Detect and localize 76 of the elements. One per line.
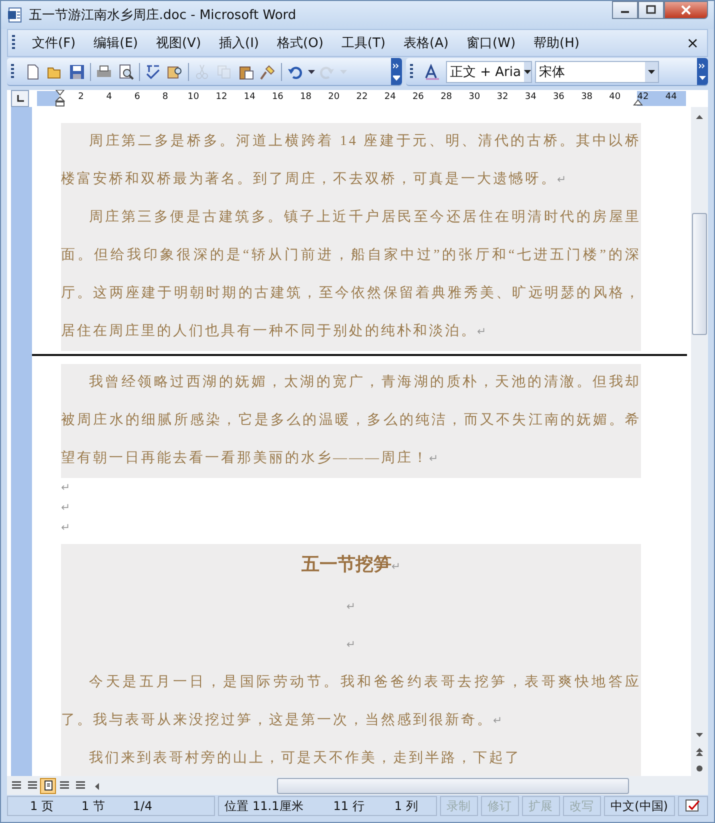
- font-dropdown[interactable]: 宋体: [535, 60, 659, 82]
- menu-item[interactable]: 插入(I): [210, 34, 268, 52]
- maximize-button[interactable]: [638, 1, 664, 19]
- ruler-number: 4: [106, 92, 112, 102]
- ruler-number: 40: [609, 92, 621, 102]
- close-icon: [680, 5, 692, 15]
- paragraph-mark: ↵: [61, 480, 72, 496]
- paragraph: 我曾经领略过西湖的妩媚，太湖的宽广，青海湖的质朴，天池的清澈。但我却被周庄水的细腻所感染，它是多么的温暖，多么的纯洁，而又不失江南的妩媚。希望有朝一日再能去看一看那美丽的水乡———周庄！↵: [61, 373, 641, 468]
- maximize-icon: [646, 5, 656, 15]
- close-button[interactable]: [664, 1, 708, 19]
- toolbar-options-button[interactable]: [697, 58, 708, 85]
- vertical-scrollbar[interactable]: [691, 107, 708, 776]
- paragraph-mark: ↵: [345, 599, 357, 615]
- ruler-number: 20: [328, 92, 340, 102]
- toolbar-grip[interactable]: [12, 35, 15, 51]
- ruler-number: 38: [581, 92, 593, 102]
- ruler-number: 30: [468, 92, 480, 102]
- status-text: 修订: [488, 798, 512, 814]
- menu-item[interactable]: 窗口(W): [458, 34, 525, 52]
- menu-item[interactable]: 文件(F): [23, 34, 85, 52]
- caret-icon: [648, 70, 655, 74]
- ruler-number: 8: [162, 92, 168, 102]
- page-view-icon[interactable]: [41, 778, 55, 792]
- document-icon: [7, 7, 23, 23]
- minimize-button[interactable]: [612, 1, 638, 19]
- paragraph-mark: ↵: [61, 500, 72, 516]
- status-text: 中文(中国): [610, 798, 668, 814]
- paragraph: 今天是五月一日，是国际劳动节。我和爸爸约表哥去挖笋，表哥爽快地答应了。我与表哥从来没挖过笋，这是第一次，当然感到很新奇。↵: [61, 673, 641, 730]
- menu-item[interactable]: 帮助(H): [524, 34, 588, 52]
- ruler-number: 34: [524, 92, 536, 102]
- ruler-number: 22: [356, 92, 368, 102]
- status-text: 1/4: [132, 799, 152, 813]
- window-title: 五一节游江南水乡周庄.doc - Microsoft Word: [29, 7, 298, 24]
- paragraph-mark: ↵: [345, 637, 357, 653]
- ruler-number: 44: [665, 92, 677, 102]
- caret-icon: [524, 70, 531, 74]
- menu-item[interactable]: 工具(T): [332, 34, 394, 52]
- left-tab-icon: [16, 94, 24, 103]
- style-dropdown[interactable]: 正文 + Aria: [446, 60, 532, 82]
- ruler-number: 28: [440, 92, 452, 102]
- paragraph: 我们来到表哥村旁的山上，可是天不作美，走到半路，下起了: [88, 749, 522, 768]
- ruler-number: 18: [300, 92, 312, 102]
- close-document-button[interactable]: ×: [686, 34, 699, 52]
- scroll-thumb[interactable]: [692, 213, 707, 335]
- tab-selector-button[interactable]: [11, 90, 29, 107]
- status-text: 扩展: [528, 798, 553, 814]
- ruler-number: 6: [134, 92, 140, 102]
- spelling-status-icon[interactable]: [685, 799, 701, 813]
- ruler-number: 16: [272, 92, 284, 102]
- ruler-number: 2: [78, 92, 84, 102]
- status-text: 11 行: [333, 798, 364, 814]
- ruler-number: 10: [188, 92, 200, 102]
- paragraph: 周庄第二多是桥多。河道上横跨着 14 座建于元、明、清代的古桥。其中以桥楼富安桥和双桥最为著名。到了周庄，不去双桥，可真是一大遗憾呀。↵: [61, 132, 641, 189]
- paragraph-mark: ↵: [61, 520, 72, 536]
- scroll-thumb[interactable]: [277, 778, 629, 794]
- ruler-number: 12: [216, 92, 228, 102]
- status-text: 位置 11.1厘米: [224, 798, 304, 814]
- menu-item[interactable]: 表格(A): [394, 34, 458, 52]
- ruler-number: 36: [552, 92, 564, 102]
- status-text: 1 节: [81, 798, 105, 814]
- menu-item[interactable]: 视图(V): [146, 34, 210, 52]
- paragraph: 周庄第三多便是古建筑多。镇子上近千户居民至今还居住在明清时代的房屋里面。但给我印象很深的是“轿从门前进，船自家中过”的张厅和“七进五门楼”的深厅。这两座建于明朝时期的古建筑，至今依然保留着典雅秀美、旷远明瑟的风格，居住在周庄里的人们也具有一种不同于别处的纯朴和淡泊。↵: [61, 208, 641, 341]
- status-text: 1 页: [30, 798, 54, 814]
- status-text: 1 列: [394, 798, 418, 814]
- menu-item[interactable]: 格式(O): [268, 34, 332, 52]
- ruler-number: 42: [637, 92, 649, 102]
- menu-item[interactable]: 编辑(E): [84, 34, 147, 52]
- status-text: 改写: [570, 798, 594, 814]
- toolbar-options-button[interactable]: [391, 58, 402, 85]
- ruler-number: 24: [384, 92, 396, 102]
- ruler-number: 14: [244, 92, 256, 102]
- status-text: 录制: [446, 798, 471, 814]
- indent-marker-icon[interactable]: [55, 90, 65, 107]
- heading: 五一节挖笋↵: [300, 553, 402, 577]
- ruler-number: 26: [412, 92, 424, 102]
- ruler-number: 32: [496, 92, 508, 102]
